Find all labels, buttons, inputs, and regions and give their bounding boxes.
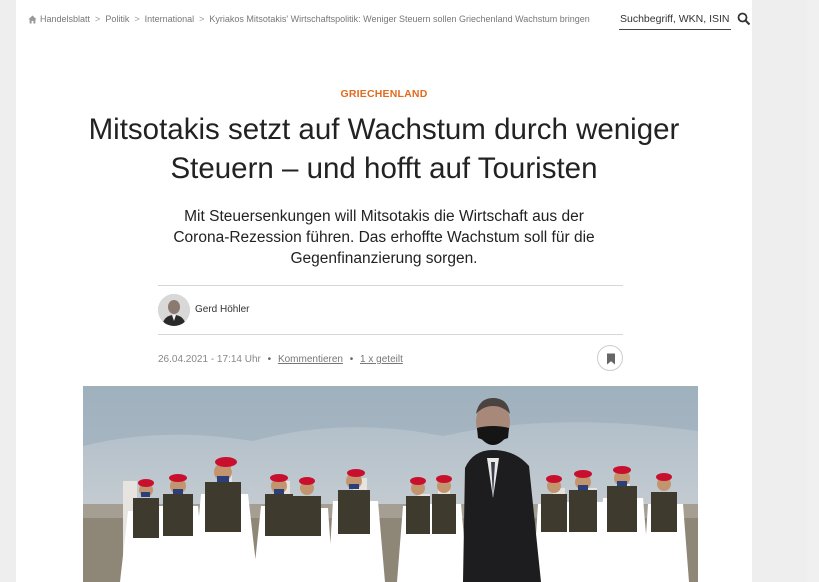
article-kicker[interactable]: GRIECHENLAND	[16, 88, 752, 100]
breadcrumb-separator: >	[95, 14, 101, 24]
breadcrumb-separator: >	[134, 14, 140, 24]
article-headline: Mitsotakis setzt auf Wachstum durch weni…	[88, 113, 680, 185]
publish-date: 26.04.2021 - 17:14 Uhr	[158, 354, 261, 365]
bookmark-button[interactable]	[597, 345, 623, 371]
top-bar: Handelsblatt > Politik > International >…	[16, 0, 752, 36]
home-icon	[28, 14, 37, 24]
article-photo	[83, 386, 698, 582]
article-page: Handelsblatt > Politik > International >…	[16, 0, 752, 582]
meta-bullet: •	[267, 354, 272, 365]
divider	[158, 334, 623, 335]
article-lead: Mit Steuersenkungen will Mitsotakis die …	[173, 208, 595, 267]
meta-bullet: •	[349, 354, 354, 365]
scrollbar[interactable]	[807, 0, 819, 582]
breadcrumb-item-politik[interactable]: Politik	[105, 14, 129, 24]
bookmark-icon	[607, 353, 615, 365]
author-name[interactable]: Gerd Höhler	[195, 304, 249, 315]
breadcrumb-item-international[interactable]: International	[145, 14, 195, 24]
author-avatar[interactable]	[158, 294, 190, 326]
comments-link[interactable]: Kommentieren	[278, 354, 343, 365]
breadcrumb-separator: >	[199, 14, 205, 24]
search-input[interactable]: Suchbegriff, WKN, ISIN	[619, 11, 731, 30]
article-meta: 26.04.2021 - 17:14 Uhr • Kommentieren • …	[158, 354, 403, 365]
divider	[158, 285, 623, 286]
breadcrumb-item-handelsblatt[interactable]: Handelsblatt	[40, 14, 90, 24]
shared-link[interactable]: 1 x geteilt	[360, 354, 403, 365]
breadcrumb: Handelsblatt > Politik > International >…	[28, 14, 590, 24]
search-icon[interactable]	[737, 12, 751, 26]
breadcrumb-item-current: Kyriakos Mitsotakis' Wirtschaftspolitik:…	[209, 14, 590, 24]
